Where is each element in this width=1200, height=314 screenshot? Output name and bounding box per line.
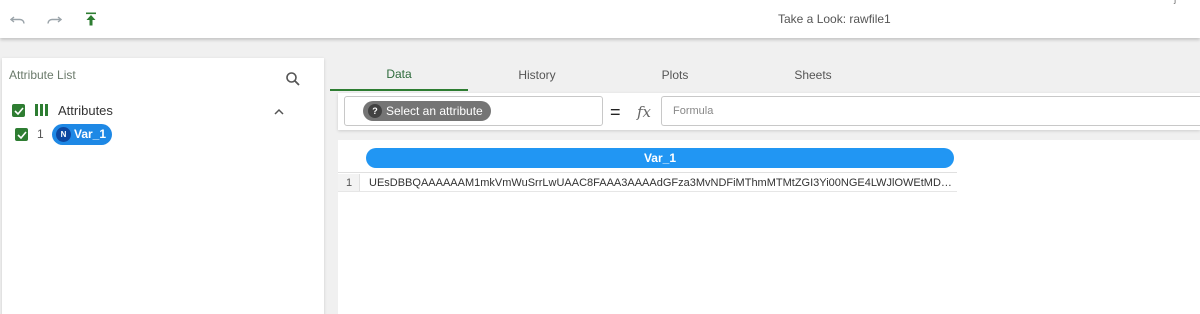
- group-label: Attributes: [58, 103, 113, 118]
- columns-icon: [35, 104, 49, 116]
- select-attribute-pill[interactable]: ? Select an attribute: [363, 101, 491, 121]
- attribute-chip-label: Var_1: [74, 127, 107, 141]
- item-index: 1: [37, 127, 44, 141]
- attribute-list-panel: Attribute List: [2, 58, 324, 314]
- chevron-up-icon[interactable]: [273, 104, 285, 115]
- tab-sheets[interactable]: Sheets: [744, 58, 882, 91]
- tab-data[interactable]: Data: [330, 58, 468, 91]
- help-icon: ?: [368, 104, 382, 118]
- top-toolbar: Take a Look: rawfile1 ȷ: [0, 0, 1200, 38]
- select-attribute-label: Select an attribute: [386, 104, 483, 118]
- column-header-var-1[interactable]: Var_1: [366, 148, 954, 168]
- table-row[interactable]: 1 UEsDBBQAAAAAAM1mkVmWuSrrLwUAAC8FAAA3AA…: [338, 174, 957, 192]
- tab-plots[interactable]: Plots: [606, 58, 744, 91]
- formula-input[interactable]: [661, 96, 1200, 126]
- numeric-type-badge: N: [56, 127, 71, 142]
- header-divider: [338, 172, 957, 173]
- undo-icon[interactable]: [8, 9, 28, 29]
- upload-arrow-icon[interactable]: [81, 9, 101, 29]
- corner-glyph: ȷ: [1174, 0, 1176, 5]
- attribute-chip[interactable]: N Var_1: [52, 124, 112, 145]
- table-cell[interactable]: UEsDBBQAAAAAAM1mkVmWuSrrLwUAAC8FAAA3AAAA…: [369, 177, 957, 189]
- row-index: 1: [346, 177, 353, 189]
- redo-icon[interactable]: [44, 9, 64, 29]
- window-title: Take a Look: rawfile1: [778, 12, 891, 26]
- panel-title: Attribute List: [9, 68, 76, 82]
- fx-icon: fx: [637, 103, 652, 121]
- search-icon[interactable]: [285, 71, 301, 87]
- equals-sign: =: [610, 102, 621, 122]
- item-checkbox[interactable]: [15, 128, 28, 141]
- attribute-select[interactable]: ? Select an attribute: [344, 96, 603, 126]
- tab-bar: Data History Plots Sheets: [330, 58, 1200, 91]
- tab-history[interactable]: History: [468, 58, 606, 91]
- formula-bar: ? Select an attribute = fx: [338, 93, 1200, 130]
- group-checkbox[interactable]: [12, 104, 25, 117]
- data-grid: Var_1 1 UEsDBBQAAAAAAM1mkVmWuSrrLwUAAC8F…: [338, 140, 1200, 314]
